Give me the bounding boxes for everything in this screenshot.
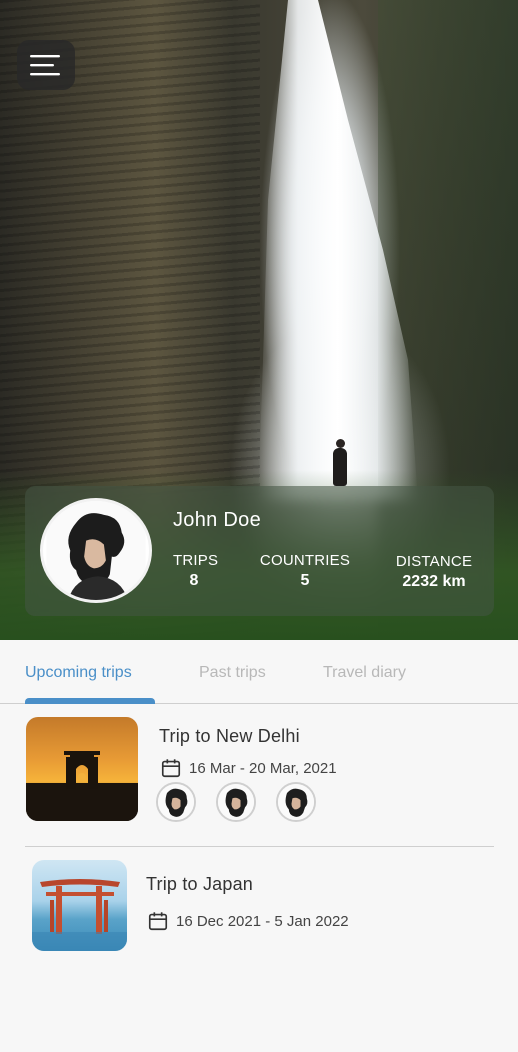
stat-value: 8 xyxy=(189,572,199,589)
companion-avatar[interactable] xyxy=(156,782,196,822)
trip-card-new-delhi[interactable]: Trip to New Delhi 16 Mar - 20 Mar, 2021 xyxy=(0,715,518,845)
stat-countries: COUNTRIES 5 xyxy=(259,552,351,590)
trip-dates: 16 Mar - 20 Mar, 2021 xyxy=(160,757,337,779)
trip-thumbnail xyxy=(26,717,138,821)
stat-label: DISTANCE xyxy=(395,553,473,570)
avatar-portrait xyxy=(218,784,254,820)
stat-label: COUNTRIES xyxy=(259,552,351,569)
menu-icon xyxy=(30,55,60,76)
avatar[interactable] xyxy=(40,498,152,603)
stat-value: 2232 km xyxy=(402,573,466,590)
menu-button[interactable] xyxy=(17,40,75,90)
trip-card-japan[interactable]: Trip to Japan 16 Dec 2021 - 5 Jan 2022 xyxy=(0,858,518,958)
calendar-icon xyxy=(161,759,181,778)
stat-label: TRIPS xyxy=(173,552,219,569)
active-tab-indicator xyxy=(25,698,155,704)
trip-title: Trip to New Delhi xyxy=(159,726,300,746)
trip-dates: 16 Dec 2021 - 5 Jan 2022 xyxy=(147,910,349,932)
trip-dates-text: 16 Mar - 20 Mar, 2021 xyxy=(189,759,337,777)
tab-upcoming-trips[interactable]: Upcoming trips xyxy=(25,664,132,682)
tab-travel-diary[interactable]: Travel diary xyxy=(323,664,406,682)
avatar-portrait xyxy=(46,501,146,600)
tab-past-trips[interactable]: Past trips xyxy=(199,664,266,682)
trip-title: Trip to Japan xyxy=(146,874,253,894)
companion-avatar[interactable] xyxy=(216,782,256,822)
trip-tabs: Upcoming trips Past trips Travel diary xyxy=(0,640,518,704)
trip-dates-text: 16 Dec 2021 - 5 Jan 2022 xyxy=(176,912,349,930)
india-gate-silhouette xyxy=(26,751,138,821)
companion-avatar[interactable] xyxy=(276,782,316,822)
stat-value: 5 xyxy=(300,572,310,589)
trip-thumbnail xyxy=(32,860,127,951)
trip-divider xyxy=(25,846,494,847)
profile-name: John Doe xyxy=(173,509,262,531)
hiker-figure xyxy=(333,439,347,486)
avatar-portrait xyxy=(278,784,314,820)
avatar-portrait xyxy=(158,784,194,820)
stat-trips: TRIPS 8 xyxy=(173,552,219,590)
stat-distance: DISTANCE 2232 km xyxy=(394,553,474,591)
calendar-icon xyxy=(148,912,168,931)
torii-gate-image xyxy=(32,879,127,951)
